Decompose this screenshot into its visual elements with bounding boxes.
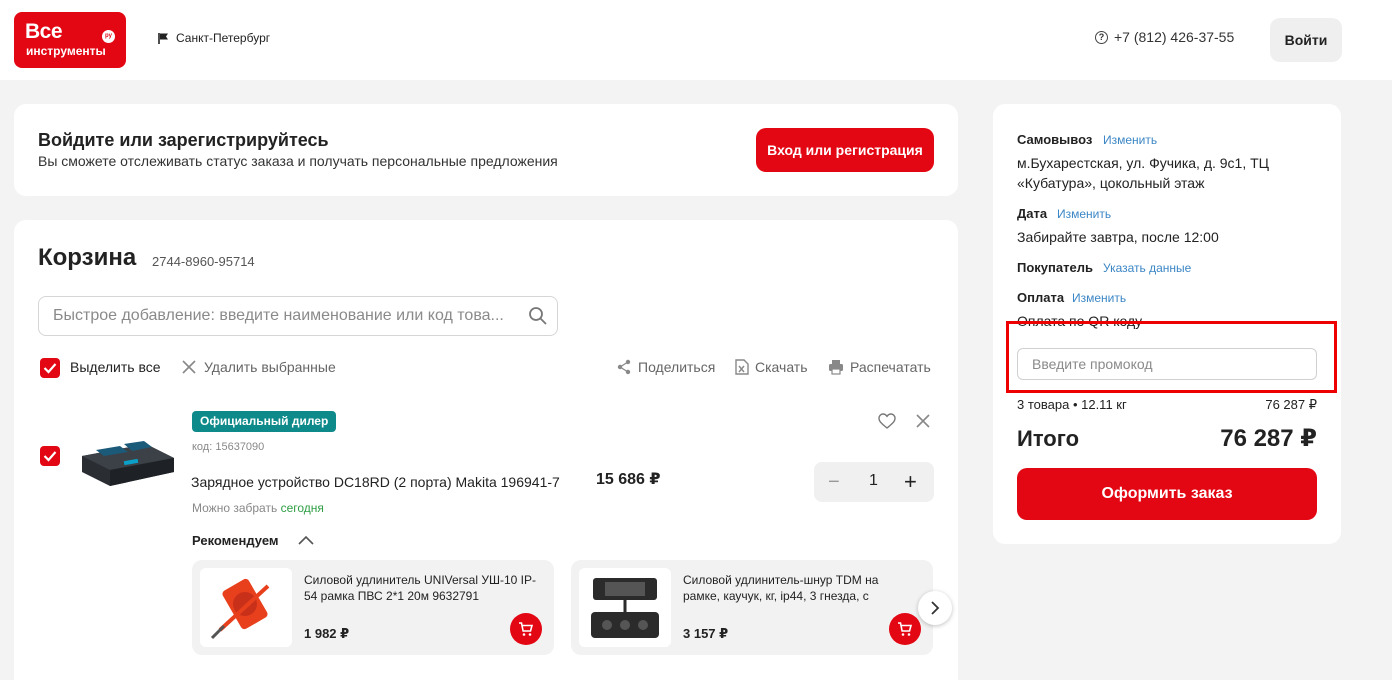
cart-code: 2744-8960-95714 — [152, 254, 255, 269]
logo-text-bottom: инструменты — [26, 44, 106, 58]
recommend-next-button[interactable] — [918, 591, 952, 625]
register-subtitle: Вы сможете отслеживать статус заказа и п… — [38, 153, 558, 169]
add-to-cart-button[interactable] — [889, 613, 921, 645]
recommend-name: Силовой удлинитель UNIVersal УШ-10 IP-54… — [304, 573, 536, 603]
close-icon — [182, 360, 196, 374]
pickup-availability: Можно забрать сегодня — [192, 501, 324, 515]
print-button[interactable]: Распечатать — [828, 359, 931, 375]
register-button[interactable]: Вход или регистрация — [756, 128, 934, 172]
recommend-image — [579, 568, 671, 647]
checkout-button[interactable]: Оформить заказ — [1017, 468, 1317, 520]
download-button[interactable]: Скачать — [735, 359, 808, 375]
share-label: Поделиться — [638, 359, 716, 375]
select-all-checkbox[interactable] — [40, 358, 60, 378]
printer-icon — [829, 360, 843, 375]
recommend-price: 1 982 ₽ — [304, 626, 350, 641]
download-label: Скачать — [755, 359, 808, 375]
heart-icon[interactable] — [878, 413, 896, 429]
chevron-right-icon — [931, 601, 940, 615]
share-button[interactable]: Поделиться — [616, 359, 715, 375]
quantity-stepper: − 1 + — [814, 462, 934, 502]
recommend-name: Силовой удлинитель-шнур TDM на рамке, ка… — [683, 573, 879, 603]
search-icon[interactable] — [528, 306, 548, 326]
site-logo[interactable]: Все инструменты ру — [14, 12, 126, 68]
quantity-value[interactable]: 1 — [869, 472, 878, 490]
pickup-address: м.Бухарестская, ул. Фучика, д. 9с1, ТЦ «… — [1017, 155, 1270, 191]
recommend-price: 3 157 ₽ — [683, 626, 729, 641]
phone-link[interactable]: ? +7 (812) 426-37-55 — [1095, 29, 1234, 45]
flag-icon — [158, 32, 168, 44]
select-all-label[interactable]: Выделить все — [70, 359, 161, 375]
recommend-card[interactable]: Силовой удлинитель UNIVersal УШ-10 IP-54… — [192, 560, 554, 655]
city-selector[interactable]: Санкт-Петербург — [158, 31, 270, 45]
decrease-button[interactable]: − — [828, 471, 840, 494]
summary-value: 76 287 ₽ — [1265, 397, 1317, 412]
product-image[interactable] — [76, 430, 178, 490]
recommend-card[interactable]: Силовой удлинитель-шнур TDM на рамке, ка… — [571, 560, 933, 655]
increase-button[interactable]: + — [904, 469, 917, 495]
pickup-label: Самовывоз — [1017, 132, 1093, 147]
total-label: Итого — [1017, 426, 1080, 451]
total-value: 76 287 ₽ — [1220, 425, 1317, 452]
cart-title: Корзина — [38, 244, 137, 271]
city-name: Санкт-Петербург — [176, 31, 271, 45]
cart-icon — [519, 622, 534, 636]
logo-text-top: Все — [25, 20, 63, 43]
register-card: Войдите или зарегистрируйтесь Вы сможете… — [14, 104, 958, 196]
pickup-prefix: Можно забрать — [192, 501, 278, 515]
buyer-label: Покупатель — [1017, 260, 1093, 275]
phone-number: +7 (812) 426-37-55 — [1114, 29, 1235, 45]
date-label: Дата — [1017, 206, 1048, 221]
register-title: Войдите или зарегистрируйтесь — [38, 130, 329, 150]
recommend-title: Рекомендуем — [192, 533, 279, 548]
checkmark-icon — [43, 363, 57, 374]
remove-item-icon[interactable] — [916, 414, 930, 428]
recommend-image — [200, 568, 292, 647]
pickup-change-link[interactable]: Изменить — [1103, 133, 1157, 147]
add-to-cart-button[interactable] — [510, 613, 542, 645]
cart-card: Корзина 2744-8960-95714 Выделить все Уда… — [14, 220, 958, 680]
checkmark-icon — [43, 451, 57, 462]
cart-icon — [898, 622, 913, 636]
chevron-up-icon[interactable] — [298, 535, 314, 545]
delete-selected-button[interactable]: Удалить выбранные — [182, 359, 336, 375]
payment-change-link[interactable]: Изменить — [1072, 291, 1126, 305]
share-icon — [617, 359, 631, 375]
item-checkbox[interactable] — [40, 446, 60, 466]
logo-badge: ру — [102, 30, 115, 43]
summary-items: 3 товара • 12.11 кг — [1017, 397, 1127, 412]
quick-add-input[interactable] — [38, 296, 558, 336]
product-code: код: 15637090 — [192, 441, 265, 453]
date-change-link[interactable]: Изменить — [1057, 207, 1111, 221]
product-name[interactable]: Зарядное устройство DC18RD (2 порта) Mak… — [191, 474, 560, 490]
excel-file-icon — [735, 359, 749, 375]
print-label: Распечатать — [850, 359, 931, 375]
login-button[interactable]: Войти — [1270, 18, 1342, 62]
help-icon: ? — [1095, 30, 1108, 44]
pickup-when: сегодня — [280, 501, 324, 515]
delete-selected-label: Удалить выбранные — [204, 359, 336, 375]
product-price: 15 686 ₽ — [596, 471, 661, 488]
official-dealer-badge: Официальный дилер — [192, 411, 337, 432]
header: Все инструменты ру Санкт-Петербург ? +7 … — [0, 0, 1392, 80]
date-value: Забирайте завтра, после 12:00 — [1017, 229, 1219, 245]
highlight-frame — [1006, 321, 1337, 393]
buyer-data-link[interactable]: Указать данные — [1103, 261, 1191, 275]
payment-label: Оплата — [1017, 290, 1065, 305]
